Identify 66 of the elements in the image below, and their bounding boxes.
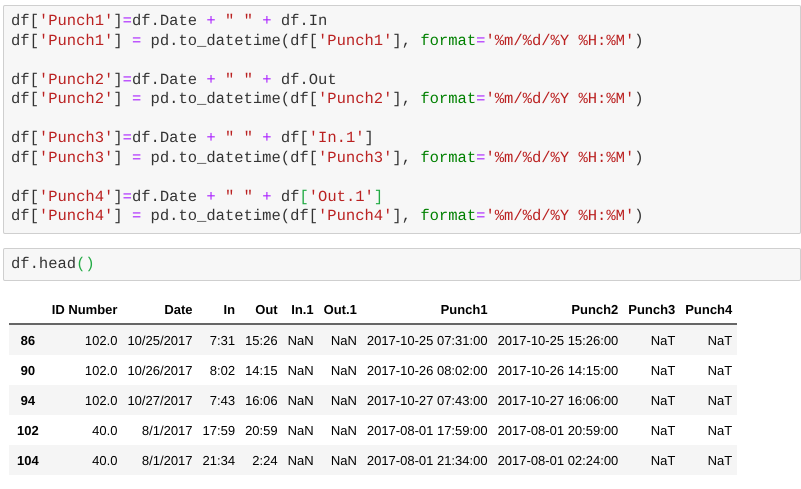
table-cell: 2017-10-26 08:02:00 [362, 355, 493, 385]
table-cell: NaT [680, 355, 738, 385]
table-cell: 2017-10-25 07:31:00 [362, 324, 493, 355]
table-cell: NaN [282, 355, 319, 385]
table-cell: 2017-08-01 02:24:00 [492, 445, 624, 475]
table-cell: NaT [623, 385, 680, 415]
row-index: 86 [9, 324, 47, 355]
table-cell: 102.0 [46, 324, 122, 355]
table-cell: 8:02 [198, 355, 240, 385]
table-cell: NaT [680, 445, 738, 475]
code-line: df['Punch1'] = pd.to_datetime(df['Punch1'], format='%m/%d/%Y %H:%M') [11, 32, 644, 51]
table-cell: NaN [318, 385, 362, 415]
table-cell: 2017-10-27 07:43:00 [362, 385, 493, 415]
table-cell: NaN [318, 324, 362, 355]
table-cell: 8/1/2017 [122, 415, 198, 445]
table-cell: NaN [282, 324, 319, 355]
table-cell: NaT [680, 324, 738, 355]
table-cell: 2017-10-26 14:15:00 [492, 355, 624, 385]
table-cell: 20:59 [240, 415, 283, 445]
table-cell: 2017-08-01 20:59:00 [492, 415, 624, 445]
code-line: df['Punch2']=df.Date + " " + df.Out [11, 70, 337, 90]
code-line: df['Punch3']=df.Date + " " + df['In.1'] [11, 129, 374, 148]
table-cell: NaT [623, 355, 680, 385]
code-line: df['Punch4'] = pd.to_datetime(df['Punch4'], format='%m/%d/%Y %H:%M') [11, 207, 644, 226]
code-line: df['Punch3'] = pd.to_datetime(df['Punch3'], format='%m/%d/%Y %H:%M') [11, 148, 644, 168]
code-line: df.head() [11, 254, 95, 274]
table-cell: 15:26 [240, 324, 283, 355]
table-cell: 102.0 [46, 355, 122, 385]
table-cell: NaN [282, 445, 319, 475]
table-cell: 40.0 [46, 415, 122, 445]
table-cell: NaN [318, 415, 362, 445]
row-index: 94 [9, 385, 47, 415]
table-cell: 2017-08-01 21:34:00 [362, 445, 493, 475]
row-index: 102 [9, 415, 47, 445]
table-cell: NaN [282, 385, 319, 415]
code-cell[interactable] [3, 5, 801, 234]
table-cell: NaN [318, 355, 362, 385]
table-cell: NaN [318, 445, 362, 475]
table-cell: 102.0 [46, 385, 122, 415]
table-cell: 16:06 [240, 385, 283, 415]
row-index: 104 [9, 445, 47, 475]
table-cell: 10/26/2017 [122, 355, 198, 385]
table-cell: 2017-08-01 17:59:00 [362, 415, 493, 445]
table-cell: NaT [680, 415, 738, 445]
table-cell: 10/27/2017 [122, 385, 198, 415]
table-cell: NaN [282, 415, 319, 445]
table-cell: 7:43 [198, 385, 240, 415]
table-cell: NaT [623, 445, 680, 475]
table-cell: 21:34 [198, 445, 240, 475]
table-cell: 2:24 [240, 445, 283, 475]
row-index: 90 [9, 355, 47, 385]
table-cell: 10/25/2017 [122, 324, 198, 355]
table-cell: NaT [680, 385, 738, 415]
code-cell[interactable]: df.head() [3, 248, 801, 281]
code-line: df['Punch1']=df.Date + " " + df.In [11, 12, 328, 32]
table-cell: 7:31 [198, 324, 240, 355]
table-cell: 14:15 [240, 355, 283, 385]
table-cell: 17:59 [198, 415, 240, 445]
code-line: df['Punch4']=df.Date + " " + df['Out.1'] [11, 188, 384, 207]
table-cell: NaT [623, 324, 680, 355]
code-line: df['Punch2'] = pd.to_datetime(df['Punch2'], format='%m/%d/%Y %H:%M') [11, 90, 644, 110]
table-cell: NaT [623, 415, 680, 445]
table-cell: 40.0 [46, 445, 122, 475]
table-cell: 2017-10-25 15:26:00 [492, 324, 624, 355]
table-cell: 2017-10-27 16:06:00 [492, 385, 624, 415]
table-cell: 8/1/2017 [122, 445, 198, 475]
